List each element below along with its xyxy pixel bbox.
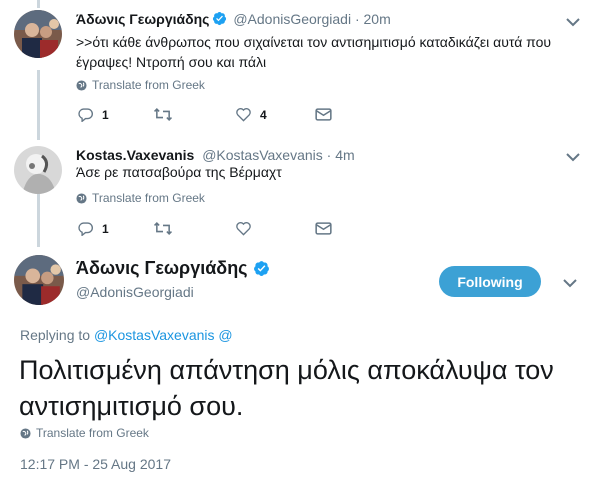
handle[interactable]: @KostasVaxevanis bbox=[202, 147, 323, 163]
heart-icon bbox=[236, 222, 251, 236]
chevron-down-icon[interactable] bbox=[566, 17, 580, 27]
replying-prefix: Replying to bbox=[20, 327, 91, 343]
translate-label: Translate from Greek bbox=[92, 78, 205, 92]
display-name[interactable]: Άδωνις Γεωργιάδης bbox=[76, 258, 248, 278]
main-tweet-text: Πολιτισμένη απάντηση μόλις αποκάλυψα τον… bbox=[19, 355, 554, 421]
main-display-name: Άδωνις Γεωργιάδης bbox=[76, 258, 272, 282]
translate-link[interactable]: Translate from Greek bbox=[76, 78, 205, 92]
timestamp[interactable]: 4m bbox=[335, 147, 354, 163]
retweet-icon bbox=[153, 108, 173, 121]
tweet-text: Άσε ρε πατσαβούρα της Βέρμαχτ bbox=[76, 164, 282, 180]
chevron-down-icon[interactable] bbox=[563, 278, 577, 288]
heart-icon bbox=[236, 108, 251, 122]
tweet-header: Άδωνις Γεωργιάδης @AdonisGeorgiadi · 20m bbox=[76, 11, 391, 29]
display-name[interactable]: Άδωνις Γεωργιάδης bbox=[76, 11, 209, 27]
envelope-icon bbox=[315, 108, 332, 121]
replying-to-link[interactable]: @KostasVaxevanis bbox=[94, 327, 215, 343]
timestamp[interactable]: 20m bbox=[364, 11, 391, 27]
translate-link[interactable]: Translate from Greek bbox=[20, 426, 149, 440]
chevron-down-icon[interactable] bbox=[566, 152, 580, 162]
replying-to-link-2[interactable]: @ bbox=[218, 327, 232, 343]
globe-icon bbox=[76, 79, 87, 91]
direct-message-button[interactable] bbox=[315, 221, 332, 236]
globe-icon bbox=[20, 427, 31, 439]
reply-button[interactable]: 1 bbox=[77, 221, 109, 236]
retweet-icon bbox=[153, 222, 173, 235]
main-timestamp[interactable]: 12:17 PM - 25 Aug 2017 bbox=[20, 456, 171, 472]
tweet-header: Kostas.Vaxevanis @KostasVaxevanis · 4m bbox=[76, 147, 355, 163]
envelope-icon bbox=[315, 222, 332, 235]
thread-line-1 bbox=[37, 70, 40, 140]
thread-line-top bbox=[37, 0, 40, 8]
translate-label: Translate from Greek bbox=[36, 426, 149, 440]
verified-badge-icon bbox=[253, 260, 270, 282]
replying-to: Replying to @KostasVaxevanis @ bbox=[20, 327, 233, 343]
retweet-button[interactable] bbox=[153, 221, 181, 236]
avatar[interactable] bbox=[14, 146, 62, 194]
reply-count: 1 bbox=[102, 221, 109, 236]
reply-button[interactable]: 1 bbox=[77, 107, 109, 122]
avatar-photo bbox=[14, 255, 64, 305]
translate-label: Translate from Greek bbox=[92, 191, 205, 205]
following-button[interactable]: Following bbox=[439, 266, 541, 297]
translate-link[interactable]: Translate from Greek bbox=[76, 191, 205, 205]
verified-badge-icon bbox=[212, 11, 227, 29]
reply-count: 1 bbox=[102, 107, 109, 122]
reply-icon bbox=[78, 222, 93, 236]
like-count: 4 bbox=[260, 107, 267, 122]
handle[interactable]: @AdonisGeorgiadi bbox=[233, 11, 351, 27]
direct-message-button[interactable] bbox=[315, 107, 332, 122]
retweet-button[interactable] bbox=[153, 107, 181, 122]
globe-icon bbox=[76, 192, 87, 204]
avatar[interactable] bbox=[14, 10, 62, 58]
avatar-photo bbox=[14, 10, 62, 58]
separator-dot: · bbox=[354, 11, 364, 27]
separator-dot: · bbox=[326, 147, 336, 163]
thread-line-2 bbox=[37, 193, 40, 247]
main-handle[interactable]: @AdonisGeorgiadi bbox=[76, 284, 194, 300]
like-button[interactable]: 4 bbox=[235, 107, 267, 122]
avatar-photo bbox=[14, 146, 62, 194]
display-name[interactable]: Kostas.Vaxevanis bbox=[76, 147, 194, 163]
like-button[interactable] bbox=[235, 221, 260, 236]
avatar[interactable] bbox=[14, 255, 64, 305]
tweet-text: >>ότι κάθε άνθρωπος που σιχαίνεται τον α… bbox=[76, 34, 552, 70]
reply-icon bbox=[78, 108, 93, 122]
